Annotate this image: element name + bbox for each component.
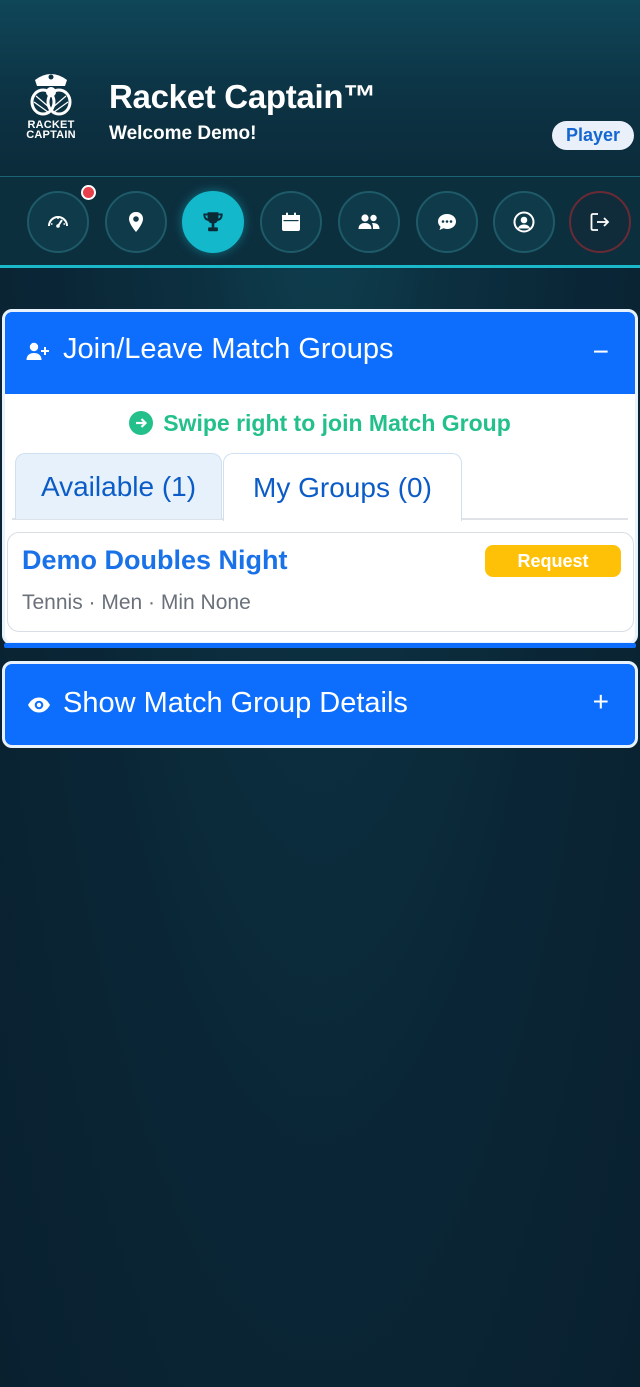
users-icon	[358, 214, 380, 229]
role-badge: Player	[552, 121, 634, 150]
nav-locations-button[interactable]	[105, 191, 167, 253]
swipe-hint-text: Swipe right to join Match Group	[163, 410, 511, 436]
map-pin-icon	[129, 212, 143, 232]
notification-dot	[81, 185, 96, 200]
chat-icon	[438, 214, 456, 230]
icon-navbar	[0, 176, 640, 268]
user-plus-icon	[25, 341, 51, 368]
trophy-icon	[203, 212, 223, 232]
nav-players-button[interactable]	[338, 191, 400, 253]
app-header: RACKET CAPTAIN Racket Captain™ Welcome D…	[0, 0, 640, 176]
logo-text: RACKET CAPTAIN	[26, 119, 76, 141]
details-panel-header[interactable]: Show Match Group Details +	[2, 661, 638, 748]
panel-divider	[4, 643, 636, 648]
join-leave-panel-header[interactable]: Join/Leave Match Groups −	[5, 312, 635, 394]
nav-messages-button[interactable]	[416, 191, 478, 253]
speedometer-icon	[48, 216, 68, 228]
nav-dashboard-button[interactable]	[27, 191, 89, 253]
logout-icon	[590, 213, 610, 231]
tab-available[interactable]: Available (1)	[15, 453, 222, 519]
join-leave-title: Join/Leave Match Groups	[63, 333, 394, 365]
nav-match-groups-button[interactable]	[182, 191, 244, 253]
request-button[interactable]: Request	[485, 545, 621, 577]
nav-profile-button[interactable]	[493, 191, 555, 253]
group-meta: Tennis · Men · Min None	[22, 591, 251, 614]
group-name: Demo Doubles Night	[22, 545, 288, 575]
details-title: Show Match Group Details	[63, 687, 408, 719]
nav-calendar-button[interactable]	[260, 191, 322, 253]
join-leave-panel: Join/Leave Match Groups − Swipe right to…	[2, 309, 638, 645]
captain-racket-logo-icon	[30, 74, 72, 116]
expand-toggle-icon[interactable]: +	[593, 686, 609, 718]
app-title: Racket Captain™	[109, 78, 376, 115]
arrow-right-circle-icon	[129, 411, 154, 435]
welcome-message: Welcome Demo!	[109, 123, 257, 144]
eye-icon	[27, 696, 51, 719]
calendar-icon	[282, 212, 300, 231]
collapse-toggle-icon[interactable]: −	[593, 336, 609, 368]
app-logo: RACKET CAPTAIN	[22, 66, 80, 144]
tab-my-groups[interactable]: My Groups (0)	[223, 453, 462, 521]
swipe-hint: Swipe right to join Match Group	[5, 410, 635, 437]
nav-logout-button[interactable]	[569, 191, 631, 253]
match-group-card[interactable]: Demo Doubles Night Tennis · Men · Min No…	[7, 532, 634, 632]
group-tabs: Available (1) My Groups (0)	[12, 450, 628, 521]
user-circle-icon	[513, 211, 535, 233]
